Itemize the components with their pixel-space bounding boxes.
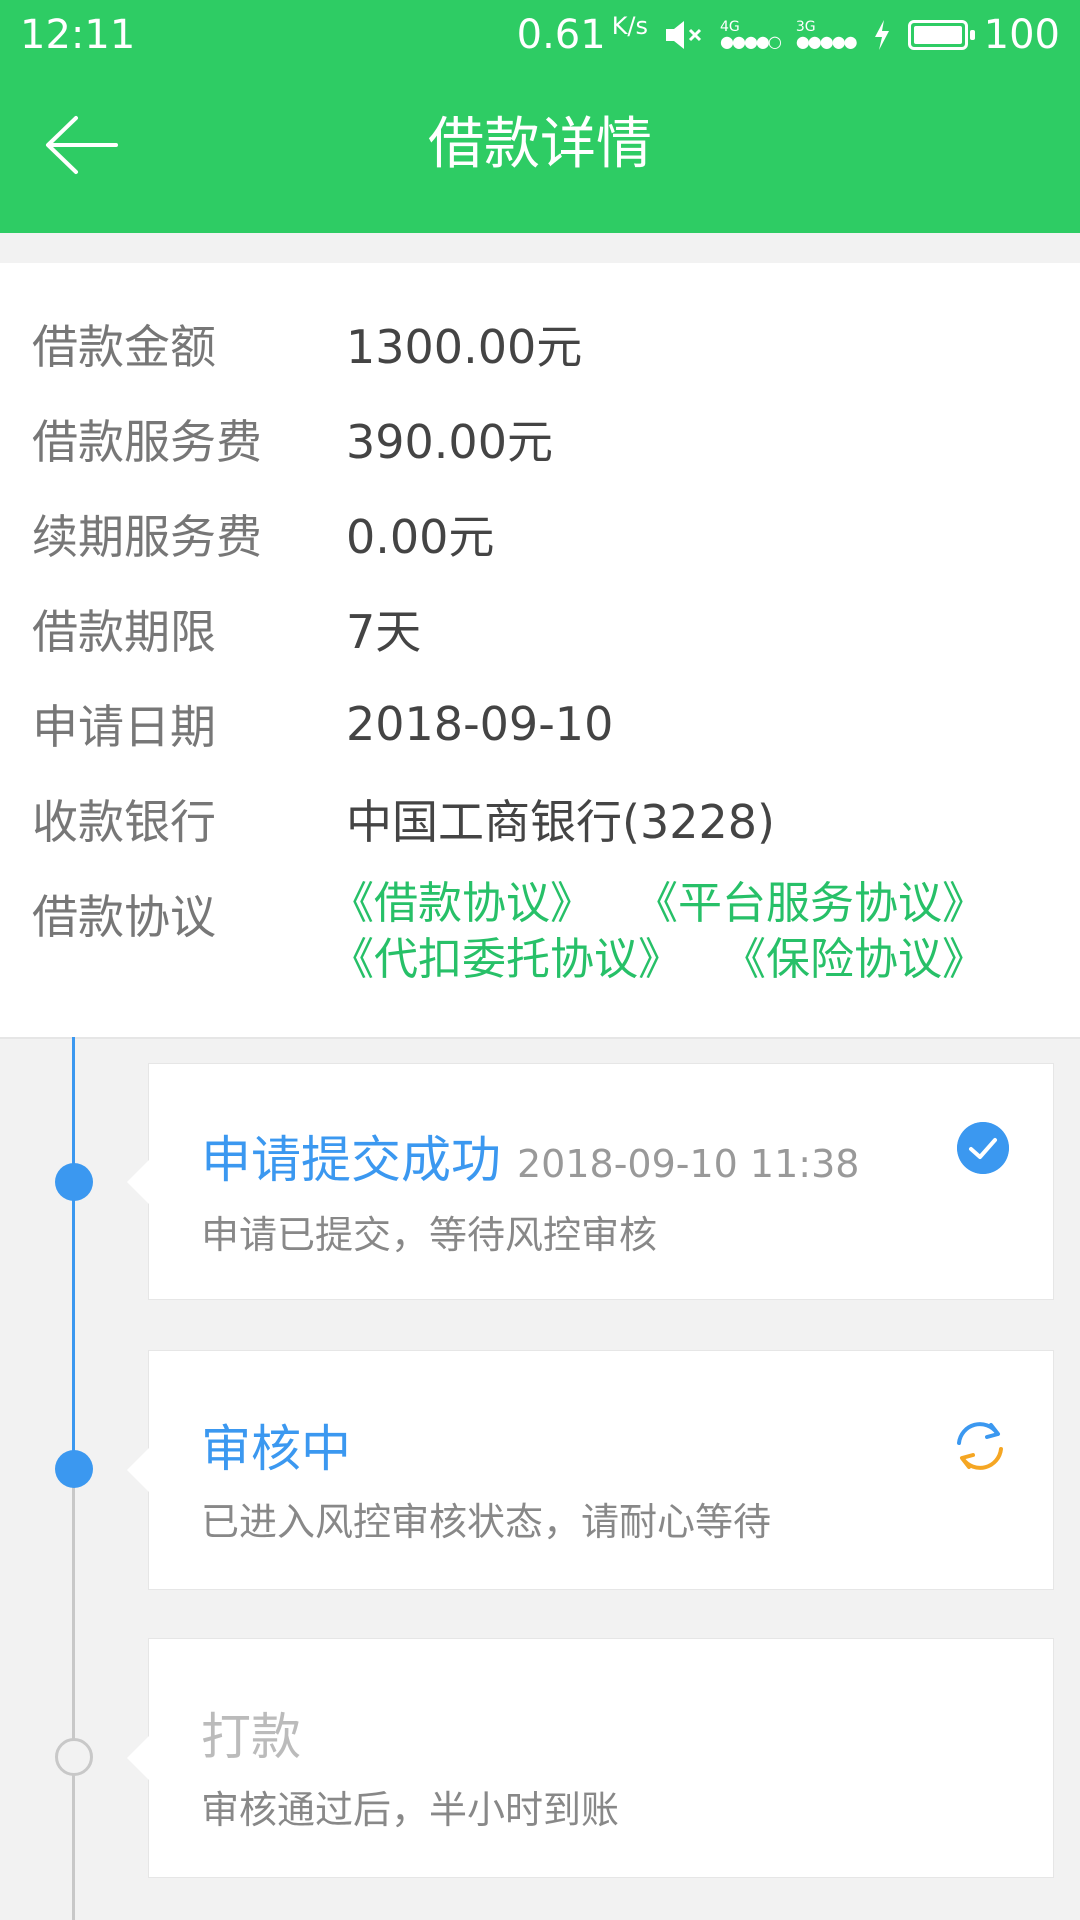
detail-label: 申请日期	[32, 700, 216, 754]
agreement-link-withhold[interactable]: 《代扣委托协议》	[330, 932, 682, 988]
timeline-step-title: 打款	[201, 1708, 301, 1766]
check-circle-icon	[957, 1122, 1009, 1174]
signal-4g: 4G ●●●●○	[720, 20, 782, 51]
timeline-card-reviewing: 审核中 已进入风控审核状态，请耐心等待	[127, 1350, 1054, 1590]
charging-icon	[874, 20, 889, 50]
detail-label: 借款期限	[32, 605, 216, 659]
detail-label: 借款协议	[32, 890, 216, 944]
agreement-link-platform[interactable]: 《平台服务协议》	[634, 876, 986, 932]
detail-value: 2018-09-10	[346, 697, 614, 751]
timeline-line-active	[72, 1037, 75, 1467]
detail-label: 续期服务费	[32, 510, 262, 564]
mute-icon	[666, 21, 702, 49]
detail-row-renewal-fee: 续期服务费 0.00元	[32, 499, 494, 569]
detail-value: 中国工商银行(3228)	[346, 795, 775, 849]
timeline-card-title: 申请提交成功 2018-09-10 11:38	[201, 1120, 859, 1192]
timeline-step-desc: 申请已提交，等待风控审核	[201, 1213, 658, 1257]
signal-4g-dots-icon: ●●●●○	[720, 32, 782, 51]
detail-row-service-fee: 借款服务费 390.00元	[32, 404, 553, 474]
timeline-dot-active	[55, 1163, 93, 1201]
timeline-dot-inactive	[55, 1738, 93, 1776]
timeline-line-pending	[72, 1467, 75, 1920]
timeline-card-payout: 打款 审核通过后，半小时到账	[127, 1638, 1054, 1878]
agreement-links: 《借款协议》 《平台服务协议》 《代扣委托协议》 《保险协议》	[330, 876, 986, 988]
detail-value: 7天	[346, 605, 422, 659]
signal-3g: 3G ●●●●●	[795, 20, 858, 51]
battery-level: 100	[983, 12, 1060, 58]
app-bar: 借款详情	[0, 70, 1080, 233]
detail-row-apply-date: 申请日期 2018-09-10	[32, 689, 613, 759]
status-time: 12:11	[20, 12, 136, 58]
signal-3g-dots-icon: ●●●●●	[795, 32, 858, 51]
refresh-icon	[957, 1422, 1003, 1470]
timeline-step-title: 审核中	[201, 1420, 351, 1478]
detail-value: 1300.00元	[346, 320, 583, 374]
detail-label: 收款银行	[32, 795, 216, 849]
agreement-link-insurance[interactable]: 《保险协议》	[722, 932, 986, 988]
net-speed-unit: K/s	[611, 12, 649, 40]
battery-icon	[907, 20, 975, 50]
timeline-step-desc: 已进入风控审核状态，请耐心等待	[201, 1500, 772, 1544]
detail-value: 390.00元	[346, 415, 553, 469]
status-bar: 12:11 0.61 K/s 4G ●●●●○ 3G ●●●●● 100	[0, 0, 1080, 70]
detail-row-term: 借款期限 7天	[32, 594, 421, 664]
page-title: 借款详情	[428, 112, 652, 177]
timeline-card-title: 打款	[201, 1697, 301, 1769]
net-speed: 0.61 K/s	[517, 12, 648, 58]
timeline-step-desc: 审核通过后，半小时到账	[201, 1788, 620, 1832]
timeline-dot-active	[55, 1450, 93, 1488]
agreement-link-loan[interactable]: 《借款协议》	[330, 876, 594, 932]
detail-label: 借款金额	[32, 320, 216, 374]
net-speed-value: 0.61	[516, 12, 606, 58]
detail-row-agreements: 借款协议	[32, 879, 346, 949]
status-icons: 0.61 K/s 4G ●●●●○ 3G ●●●●● 100	[517, 10, 1060, 60]
timeline-step-time: 2018-09-10 11:38	[517, 1142, 860, 1186]
timeline-step-title: 申请提交成功	[201, 1131, 501, 1189]
header-bar: 12:11 0.61 K/s 4G ●●●●○ 3G ●●●●● 100 借款详…	[0, 0, 1080, 233]
detail-row-bank: 收款银行 中国工商银行(3228)	[32, 784, 775, 854]
detail-value: 0.00元	[346, 510, 495, 564]
detail-label: 借款服务费	[32, 415, 262, 469]
timeline-card-submitted: 申请提交成功 2018-09-10 11:38 申请已提交，等待风控审核	[127, 1063, 1054, 1300]
detail-row-amount: 借款金额 1300.00元	[32, 309, 582, 379]
timeline-card-title: 审核中	[201, 1409, 351, 1481]
loan-details-panel: 借款金额 1300.00元 借款服务费 390.00元 续期服务费 0.00元 …	[0, 263, 1080, 1039]
